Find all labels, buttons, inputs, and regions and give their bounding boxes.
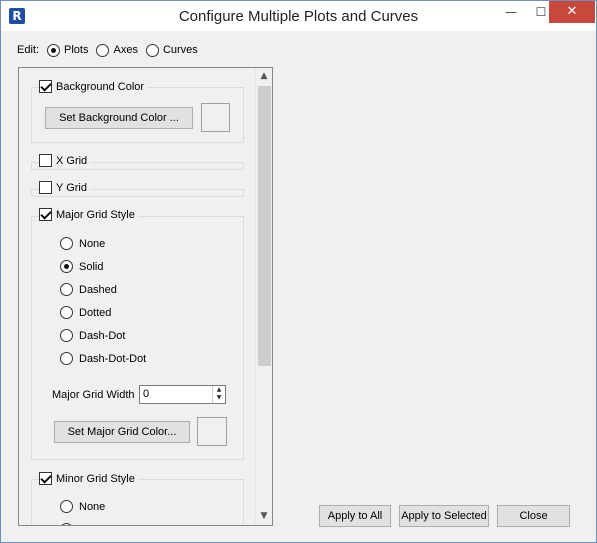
major-style-none[interactable]: None [60,237,105,250]
minor-grid-checkbox-row[interactable]: Minor Grid Style [39,472,138,485]
major-style-dotted[interactable]: Dotted [60,306,111,319]
apply-to-selected-button[interactable]: Apply to Selected [399,505,489,527]
edit-mode-row: Edit: Plots Axes Curves [17,42,206,58]
axes-radio[interactable] [96,43,110,57]
curves-radio[interactable] [145,43,159,57]
title-bar[interactable]: R Configure Multiple Plots and Curves — … [1,1,596,31]
spinbox-arrows[interactable]: ▲ ▼ [212,386,225,403]
background-color-swatch[interactable] [201,103,230,132]
apply-to-all-button[interactable]: Apply to All [319,505,391,527]
major-style-dash-dot-dot-label: Dash-Dot-Dot [79,352,147,365]
major-style-dotted-label: Dotted [79,306,112,319]
major-style-dash-dot-dot[interactable]: Dash-Dot-Dot [60,352,146,365]
major-style-dash-dot[interactable]: Dash-Dot [60,329,125,342]
minor-style-none-radio[interactable] [60,500,73,513]
major-style-dashed-radio[interactable] [60,283,73,296]
major-style-dash-dot-dot-radio[interactable] [60,352,73,365]
background-color-checkbox[interactable] [39,80,52,93]
minor-grid-checkbox[interactable] [39,472,52,485]
major-style-dashed-label: Dashed [79,283,117,296]
major-style-dash-dot-radio[interactable] [60,329,73,342]
major-grid-width-label: Major Grid Width [52,389,135,401]
close-button[interactable]: Close [497,505,570,527]
major-style-dotted-radio[interactable] [60,306,73,319]
spin-down-icon[interactable]: ▼ [213,394,225,402]
edit-option-curves[interactable]: Curves [145,43,198,57]
y-grid-checkbox[interactable] [39,181,52,194]
spin-up-icon[interactable]: ▲ [213,386,225,394]
minor-style-next-radio[interactable] [60,523,73,525]
major-style-none-radio[interactable] [60,237,73,250]
plots-label: Plots [64,44,89,56]
major-style-dash-dot-label: Dash-Dot [79,329,126,342]
major-grid-checkbox[interactable] [39,208,52,221]
edit-option-plots[interactable]: Plots [47,43,89,57]
x-grid-label: X Grid [56,154,88,167]
edit-option-axes[interactable]: Axes [96,43,138,57]
scroll-down-icon[interactable]: ▼ [256,508,272,525]
background-color-checkbox-row[interactable]: Background Color [39,80,148,93]
minor-style-none[interactable]: None [60,500,105,513]
x-grid-checkbox-row[interactable]: X Grid [39,154,91,167]
major-grid-width-spinbox[interactable]: 0 ▲ ▼ [139,385,226,404]
axes-label: Axes [113,44,138,56]
major-grid-checkbox-row[interactable]: Major Grid Style [39,208,138,221]
y-grid-checkbox-row[interactable]: Y Grid [39,181,90,194]
scroll-up-icon[interactable]: ▲ [256,68,272,85]
major-style-solid-radio[interactable] [60,260,73,273]
y-grid-label: Y Grid [56,181,87,194]
major-style-dashed[interactable]: Dashed [60,283,117,296]
set-major-grid-color-button[interactable]: Set Major Grid Color... [54,421,190,443]
x-grid-checkbox[interactable] [39,154,52,167]
major-style-none-label: None [79,237,106,250]
curves-label: Curves [162,44,198,56]
dialog-window: R Configure Multiple Plots and Curves — … [0,0,597,543]
close-window-button[interactable]: ✕ [549,1,595,23]
set-background-color-button[interactable]: Set Background Color ... [45,107,193,129]
minimize-button[interactable]: — [497,1,525,23]
major-grid-label: Major Grid Style [56,208,135,221]
major-grid-width-value[interactable]: 0 [143,388,149,400]
minor-grid-label: Minor Grid Style [56,472,135,485]
edit-label: Edit: [17,44,40,56]
major-grid-color-swatch[interactable] [197,417,227,446]
major-style-solid[interactable]: Solid [60,260,103,273]
major-style-solid-label: Solid [79,260,104,273]
scrollbar-thumb[interactable] [258,86,271,366]
vertical-scrollbar[interactable]: ▲ ▼ [255,68,272,525]
minor-style-none-label: None [79,500,106,513]
plots-radio[interactable] [47,43,61,57]
settings-scroll-panel[interactable]: Background Color Set Background Color ..… [18,67,273,526]
minor-style-next[interactable] [60,523,79,525]
background-color-label: Background Color [56,80,145,93]
